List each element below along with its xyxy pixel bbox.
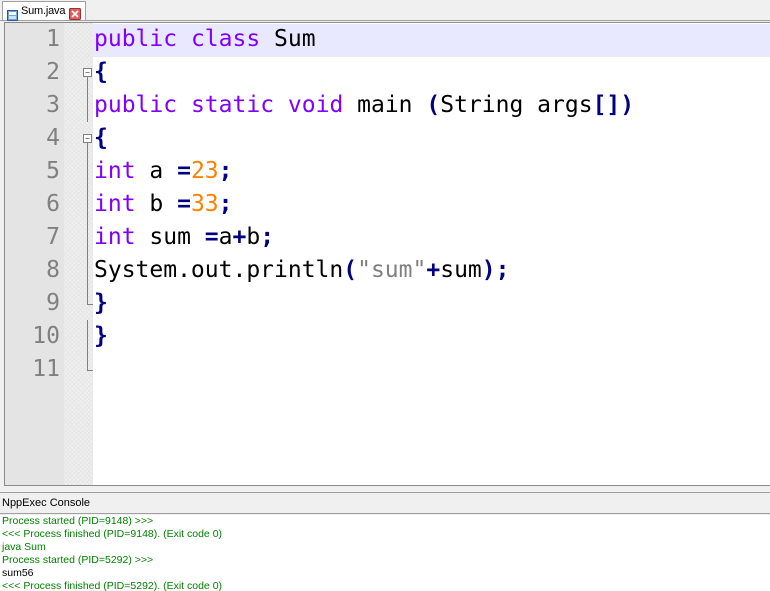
code-token: sum	[440, 257, 482, 283]
code-token: }	[94, 290, 108, 316]
code-token: ;	[218, 158, 233, 184]
line-number: 5	[46, 158, 60, 184]
tab-bar: Sum.java	[0, 0, 770, 21]
code-token: =	[177, 191, 191, 217]
code-line[interactable]: 3 public static void main (String args[])	[5, 89, 770, 122]
console-line: Process started (PID=5292) >>>	[2, 554, 154, 566]
code-token: sum	[135, 224, 205, 250]
code-line[interactable]: 5 int a =23;	[5, 155, 770, 188]
line-number: 9	[46, 290, 60, 316]
line-number: 4	[46, 125, 60, 151]
fold-collapse-icon[interactable]	[82, 122, 94, 155]
console-line: sum56	[2, 567, 34, 579]
line-number: 7	[46, 224, 60, 250]
fold-line	[82, 188, 94, 221]
line-text: System.out.println("sum"+sum);	[94, 254, 509, 287]
line-text: }	[94, 320, 108, 353]
code-token: =	[204, 224, 219, 250]
code-token: =	[177, 158, 191, 184]
code-token: int	[94, 158, 136, 184]
line-number: 8	[46, 257, 60, 283]
line-text: int a =23;	[94, 155, 233, 188]
code-token: ;	[218, 191, 233, 217]
console-output[interactable]: Process started (PID=9148) >>> <<< Proces…	[0, 515, 770, 591]
code-token: (	[343, 257, 358, 283]
line-text: int b =33;	[94, 188, 233, 221]
code-token: a	[135, 158, 178, 184]
code-line[interactable]: 10}	[5, 320, 770, 353]
code-line[interactable]: 8 System.out.println("sum"+sum);	[5, 254, 770, 287]
code-line[interactable]: 7 int sum =a+b;	[5, 221, 770, 254]
fold-end-marker	[82, 287, 94, 320]
code-token: "sum"	[357, 257, 427, 283]
code-token: static	[190, 92, 275, 118]
code-lines: 1 public class Sum 2{3 public static void m…	[5, 23, 770, 386]
code-token: main	[343, 92, 427, 118]
code-token: +	[426, 257, 441, 283]
line-text: {	[94, 56, 108, 89]
line-number: 10	[32, 323, 60, 349]
code-token: public	[94, 26, 178, 52]
fold-line	[82, 89, 94, 122]
code-token: +	[232, 224, 247, 250]
code-token: );	[481, 257, 510, 283]
line-text: public static void main (String args[])	[94, 89, 634, 122]
console-line: <<< Process finished (PID=5292). (Exit c…	[2, 580, 223, 591]
java-file-icon	[7, 6, 18, 21]
code-token: Sum	[260, 26, 316, 52]
line-number: 11	[32, 356, 60, 382]
console-line: Process started (PID=9148) >>>	[2, 515, 154, 527]
code-token: 33	[190, 191, 219, 217]
code-editor[interactable]: 1 public class Sum 2{3 public static void m…	[4, 22, 770, 486]
fold-end-marker	[82, 353, 94, 386]
line-text: int sum =a+b;	[94, 221, 274, 254]
fold-line	[82, 320, 94, 353]
code-token: a	[218, 224, 233, 250]
line-number: 6	[46, 191, 60, 217]
code-token: int	[94, 224, 136, 250]
fold-collapse-icon[interactable]	[82, 56, 94, 89]
fold-line	[82, 221, 94, 254]
code-token: [])	[592, 92, 635, 118]
line-number: 3	[46, 92, 60, 118]
console-line: java Sum	[2, 541, 46, 553]
code-line[interactable]: 1 public class Sum	[5, 23, 770, 56]
code-token: int	[94, 191, 136, 217]
close-icon[interactable]	[69, 5, 82, 20]
code-token: ;	[260, 224, 275, 250]
code-token: String args	[440, 92, 593, 118]
code-token: void	[287, 92, 344, 118]
code-token: (	[426, 92, 441, 118]
code-token: public	[94, 92, 178, 118]
code-token: b	[246, 224, 261, 250]
line-number: 2	[46, 59, 60, 85]
console-line: <<< Process finished (PID=9148). (Exit c…	[2, 528, 223, 540]
line-text: {	[94, 122, 108, 155]
tab-label: Sum.java	[21, 5, 66, 17]
code-line[interactable]: 2{	[5, 56, 770, 89]
console-title: NppExec Console	[2, 497, 91, 509]
fold-line	[82, 254, 94, 287]
code-line[interactable]: 11	[5, 353, 770, 386]
code-token: }	[94, 323, 108, 349]
code-token: class	[190, 26, 261, 52]
code-token: b	[135, 191, 178, 217]
fold-line	[82, 155, 94, 188]
code-line[interactable]: 4{	[5, 122, 770, 155]
line-number: 1	[46, 26, 60, 52]
code-token: 23	[190, 158, 219, 184]
tab-sum-java[interactable]: Sum.java	[2, 1, 86, 21]
console-header: NppExec Console	[0, 492, 770, 514]
code-line[interactable]: 6 int b =33;	[5, 188, 770, 221]
code-token: System.out.println	[94, 257, 344, 283]
code-token: {	[94, 125, 108, 151]
code-line[interactable]: 9}	[5, 287, 770, 320]
line-text: public class Sum	[94, 23, 316, 56]
code-token: {	[94, 59, 108, 85]
line-text: }	[94, 287, 108, 320]
